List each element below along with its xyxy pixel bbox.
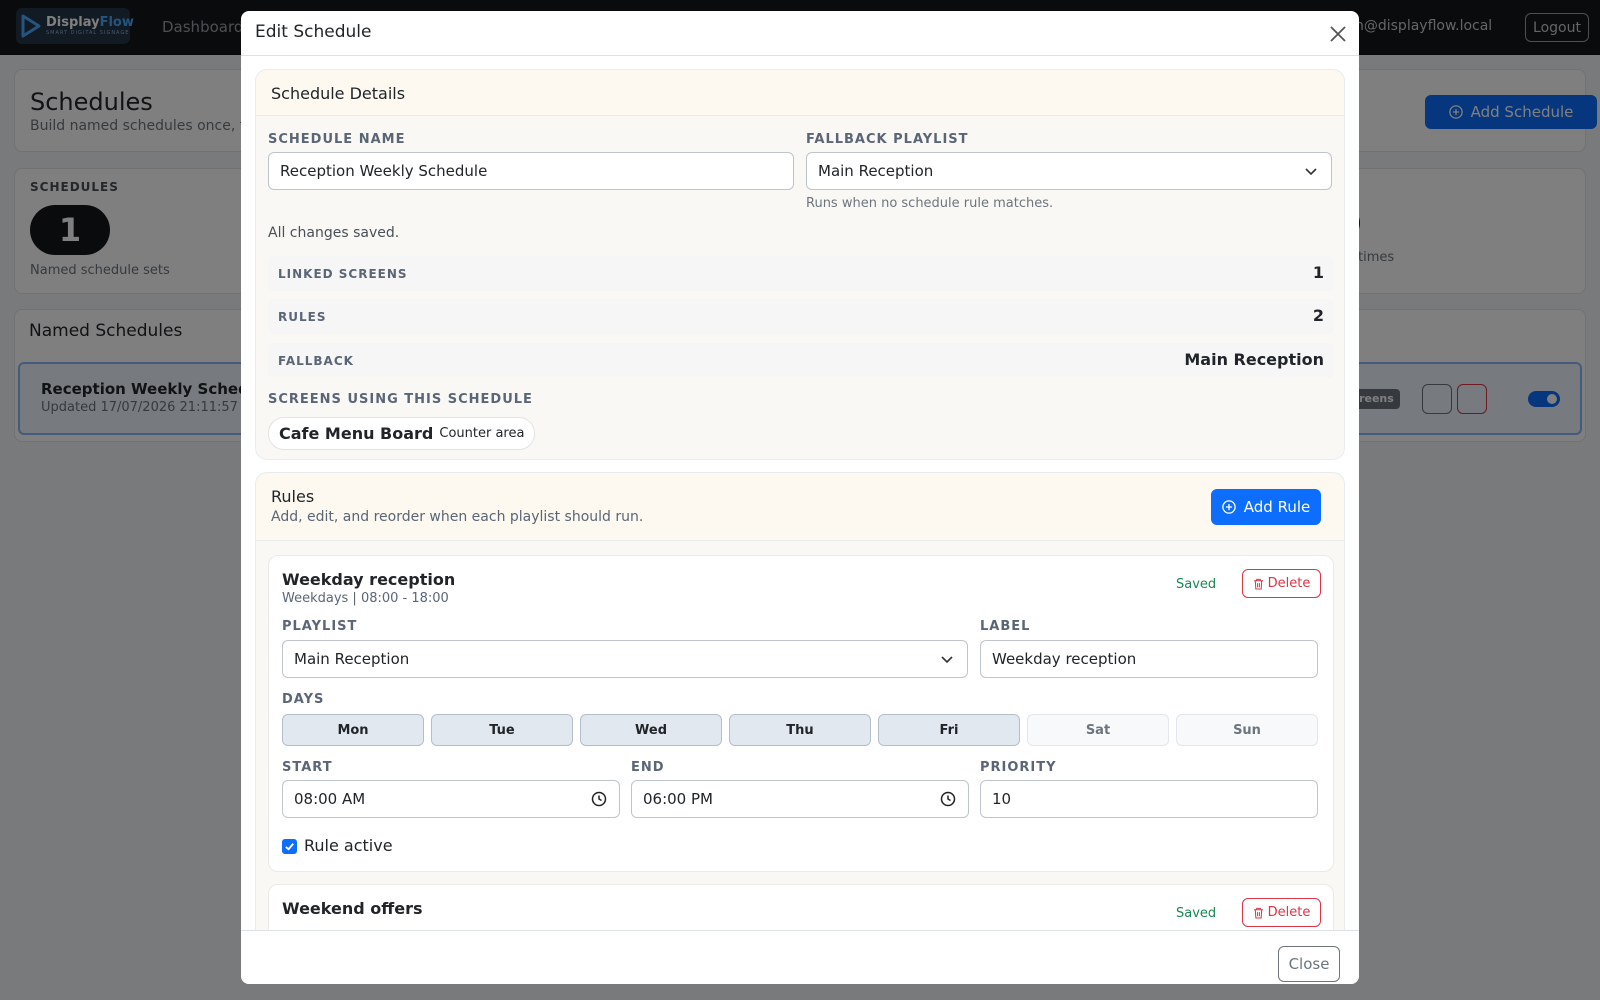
rule-saved-status: Saved (1176, 577, 1217, 592)
end-label: END (631, 760, 665, 775)
save-status: All changes saved. (268, 225, 400, 241)
rule-title: Weekend offers (282, 899, 423, 918)
add-rule-label: Add Rule (1243, 498, 1311, 516)
rule-label-input[interactable]: Weekday reception (980, 640, 1318, 678)
details-title: Schedule Details (271, 84, 406, 103)
day-toggle-sat[interactable]: Sat (1027, 714, 1169, 746)
stat-row-fallback: FALLBACK Main Reception (268, 343, 1334, 378)
schedule-name-value: Reception Weekly Schedule (280, 162, 488, 180)
schedule-name-input[interactable]: Reception Weekly Schedule (268, 152, 794, 190)
rule-label-value: Weekday reception (992, 650, 1137, 668)
priority-value: 10 (992, 790, 1012, 808)
days-label: DAYS (282, 692, 325, 707)
stat-row-linked-screens: LINKED SCREENS 1 (268, 256, 1334, 291)
rule-playlist-select[interactable]: Main Reception (282, 640, 968, 678)
rule-card: Weekend offers Saved Delete (268, 884, 1334, 930)
day-toggle-thu[interactable]: Thu (729, 714, 871, 746)
modal-header: Edit Schedule (241, 11, 1359, 56)
fallback-playlist-select[interactable]: Main Reception (806, 152, 1332, 190)
chevron-down-icon (941, 656, 953, 664)
rule-active-checkbox[interactable] (282, 839, 297, 854)
edit-schedule-modal: Edit Schedule Schedule Details SCHEDULE … (241, 11, 1359, 984)
rules-title: Rules (271, 487, 315, 506)
end-time-value: 06:00 PM (643, 790, 713, 808)
rule-active-label: Rule active (304, 836, 393, 855)
trash-icon (1253, 907, 1263, 919)
rule-title: Weekday reception (282, 570, 456, 589)
plus-circle-icon (1221, 500, 1236, 514)
day-toggle-mon[interactable]: Mon (282, 714, 424, 746)
day-toggle-fri[interactable]: Fri (878, 714, 1020, 746)
start-label: START (282, 760, 333, 775)
fallback-playlist-value: Main Reception (818, 162, 934, 180)
fallback-help: Runs when no schedule rule matches. (806, 196, 1054, 211)
details-header: Schedule Details (256, 70, 1344, 116)
clock-icon (591, 791, 607, 807)
delete-rule-label: Delete (1267, 576, 1311, 591)
end-time-input[interactable]: 06:00 PM (631, 780, 969, 818)
screen-chip-location: Counter area (439, 426, 525, 441)
chevron-down-icon (1305, 168, 1317, 176)
stat-key: FALLBACK (278, 354, 354, 368)
rules-header: Rules Add, edit, and reorder when each p… (256, 473, 1344, 541)
start-time-value: 08:00 AM (294, 790, 366, 808)
add-rule-button[interactable]: Add Rule (1211, 489, 1321, 525)
screen-chip[interactable]: Cafe Menu Board Counter area (268, 417, 536, 450)
modal-footer: Close (241, 930, 1359, 984)
rules-subtitle: Add, edit, and reorder when each playlis… (271, 509, 644, 525)
rule-summary: Weekdays | 08:00 - 18:00 (282, 591, 449, 606)
delete-rule-label: Delete (1267, 905, 1311, 920)
rule-label-label: LABEL (980, 619, 1031, 634)
stat-row-rules: RULES 2 (268, 299, 1334, 334)
trash-icon (1253, 578, 1263, 590)
priority-label: PRIORITY (980, 760, 1057, 775)
clock-icon (940, 791, 956, 807)
screen-chip-name: Cafe Menu Board (279, 424, 434, 443)
rule-playlist-value: Main Reception (294, 650, 410, 668)
playlist-label: PLAYLIST (282, 619, 358, 634)
modal-body[interactable]: Schedule Details SCHEDULE NAME Reception… (241, 56, 1359, 930)
schedule-details-section: Schedule Details SCHEDULE NAME Reception… (255, 69, 1345, 460)
rules-section: Rules Add, edit, and reorder when each p… (255, 472, 1345, 930)
priority-input[interactable]: 10 (980, 780, 1318, 818)
delete-rule-button[interactable]: Delete (1242, 898, 1321, 927)
modal-title: Edit Schedule (255, 22, 372, 42)
stat-key: RULES (278, 310, 327, 324)
screens-using-label: SCREENS USING THIS SCHEDULE (268, 392, 533, 407)
stat-value: 1 (1312, 263, 1324, 282)
stat-value: 2 (1312, 306, 1324, 325)
close-button[interactable]: Close (1278, 946, 1340, 982)
schedule-name-label: SCHEDULE NAME (268, 132, 406, 147)
delete-rule-button[interactable]: Delete (1242, 569, 1321, 598)
rule-card: Weekday reception Weekdays | 08:00 - 18:… (268, 555, 1334, 872)
day-toggle-wed[interactable]: Wed (580, 714, 722, 746)
day-toggle-tue[interactable]: Tue (431, 714, 573, 746)
fallback-playlist-label: FALLBACK PLAYLIST (806, 132, 969, 147)
close-icon[interactable] (1325, 21, 1351, 47)
stat-key: LINKED SCREENS (278, 267, 408, 281)
start-time-input[interactable]: 08:00 AM (282, 780, 620, 818)
rule-saved-status: Saved (1176, 906, 1217, 921)
check-icon (285, 843, 294, 851)
stat-value: Main Reception (1184, 350, 1324, 369)
day-toggle-sun[interactable]: Sun (1176, 714, 1318, 746)
